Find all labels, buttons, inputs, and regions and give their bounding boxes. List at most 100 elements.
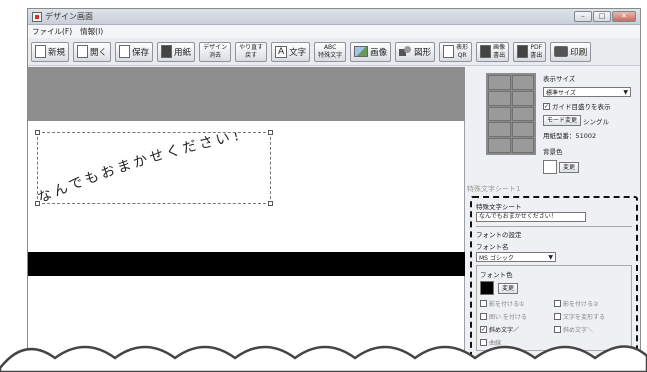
font-name-value: MS ゴシック [479,254,514,262]
maximize-button[interactable]: □ [593,11,611,22]
font-color-swatch[interactable] [480,281,494,295]
bg-color-swatch[interactable] [543,160,557,174]
print-button[interactable]: 印刷 [550,41,592,62]
special-text-button[interactable]: ABC 特殊文字 [314,41,347,62]
menu-file[interactable]: ファイル(F) [32,26,72,37]
font-name-select[interactable]: MS ゴシック ▼ [476,252,556,262]
text-value-field[interactable]: なんでもおまかせください！ [476,212,586,222]
toolbar: 新規 開く 保存 用紙 デザイン 消去 やり直す 戻す A 文字 ABC 特殊文… [28,38,640,66]
screenshot-stage: { "window": { "title": "デザイン画面" }, "menu… [0,0,647,372]
text-effect-option[interactable]: 文字を変形する [554,312,628,321]
shape-button[interactable]: 図形 [395,41,436,62]
chevron-down-icon: ▼ [548,253,553,261]
layout-thumbnail[interactable] [486,73,536,155]
guide-checkbox[interactable]: ✓ [543,102,550,110]
table-qr-bottom: QR [457,51,467,59]
image-export-bottom: 書出 [493,51,506,59]
redo-bottom: 戻す [245,51,258,59]
text-effect-option[interactable]: ✓ 斜め文字／ [480,325,554,334]
display-size-select[interactable]: 標準サイズ ▼ [543,87,631,97]
pdf-export-button[interactable]: PDF 書出 [513,41,547,62]
text-icon: A [275,45,288,58]
design-canvas[interactable]: なんでもおまかせください！ [28,67,465,371]
option-checkbox[interactable]: ✓ [480,326,487,333]
font-name-label: フォント名 [476,243,509,251]
image-export-button[interactable]: 画像 書出 [476,41,510,62]
right-panel: 表示サイズ 標準サイズ ▼ ✓ ガイド目盛りを表示 モード変更 シングル 用紙型… [466,67,640,371]
option-label: 囲い を付ける [489,314,527,321]
paper-code: 用紙型番：51002 [543,132,597,140]
app-window: デザイン画面 – □ ✕ ファイル(F) 情報(I) 新規 開く 保存 用紙 デ… [27,8,641,372]
open-button-label: 開く [90,47,108,58]
printer-icon [554,46,569,57]
text-object[interactable]: なんでもおまかせください！ [35,130,273,207]
shape-button-label: 図形 [414,47,432,58]
guide-label: ガイド目盛りを表示 [552,103,611,111]
open-button[interactable]: 開く [73,41,112,62]
pdf-export-bottom: 書出 [530,51,543,59]
image-icon [354,46,369,57]
option-label: 斜め文字／ [489,327,520,334]
minimize-button[interactable]: – [574,11,592,22]
gray-band [28,67,465,121]
torn-paper-edge [0,345,647,372]
option-label: 文字を変形する [563,314,606,321]
redo-top: やり直す [239,43,264,51]
special-text-top: ABC [323,43,337,51]
option-checkbox[interactable] [554,313,561,320]
svg-text:なんでもおまかせください！: なんでもおまかせください！ [38,133,251,207]
design-clear-top: デザイン [203,43,228,51]
title-bar: デザイン画面 – □ ✕ [28,9,640,25]
font-settings-label: フォントの設定 [476,231,522,239]
black-band [28,252,465,276]
redo-undo-button[interactable]: やり直す 戻す [235,41,268,62]
table-qr-button[interactable]: 表形 QR [439,41,473,62]
option-checkbox[interactable] [554,326,561,333]
sheet-tab[interactable]: 特殊文字シート1 [467,184,520,194]
image-button-label: 画像 [370,47,388,58]
new-button-label: 新規 [48,47,66,58]
qr-icon [443,45,455,58]
option-checkbox[interactable] [480,313,487,320]
bg-color-change-button[interactable]: 変更 [559,161,580,173]
view-settings: 表示サイズ 標準サイズ ▼ ✓ ガイド目盛りを表示 モード変更 シングル 用紙型… [543,73,639,178]
design-clear-button[interactable]: デザイン 消去 [199,41,232,62]
special-text-bottom: 特殊文字 [318,51,343,59]
props-title: 特殊文字シート [476,203,522,211]
arc-text-content: なんでもおまかせください！ [38,133,248,207]
save-button-label: 保存 [132,47,150,58]
print-button-label: 印刷 [570,47,588,58]
option-checkbox[interactable] [480,300,487,307]
mode-change-button[interactable]: モード変更 [543,115,582,126]
menu-info[interactable]: 情報(I) [80,26,103,37]
font-color-change-button[interactable]: 変更 [498,282,519,294]
new-file-icon [35,45,46,58]
close-button[interactable]: ✕ [612,11,636,22]
image-export-icon [480,45,492,58]
option-label: 影を付ける② [563,301,599,308]
text-effect-option[interactable]: 影を付ける② [554,299,628,308]
new-button[interactable]: 新規 [31,41,70,62]
window-title: デザイン画面 [45,12,93,21]
paper-button[interactable]: 用紙 [157,41,196,62]
font-color-label: フォント色 [480,271,513,279]
open-file-icon [77,45,89,58]
app-icon [32,12,42,22]
image-button[interactable]: 画像 [350,41,392,62]
chevron-down-icon: ▼ [623,88,628,96]
display-size-label: 表示サイズ [543,75,576,83]
display-size-value: 標準サイズ [546,89,576,97]
text-button-label: 文字 [289,47,307,58]
menu-bar: ファイル(F) 情報(I) [28,25,640,38]
mode-value: シングル [583,117,610,126]
text-effect-option[interactable]: 斜め文字＼ [554,325,628,334]
text-effect-option[interactable]: 囲い を付ける [480,312,554,321]
text-effect-option[interactable]: 影を付ける① [480,299,554,308]
text-button[interactable]: A 文字 [271,41,311,62]
table-qr-top: 表形 [456,43,469,51]
paper-icon [161,45,173,58]
option-checkbox[interactable] [554,300,561,307]
bg-color-label: 背景色 [543,148,563,156]
save-button[interactable]: 保存 [115,41,154,62]
window-controls: – □ ✕ [574,11,636,23]
